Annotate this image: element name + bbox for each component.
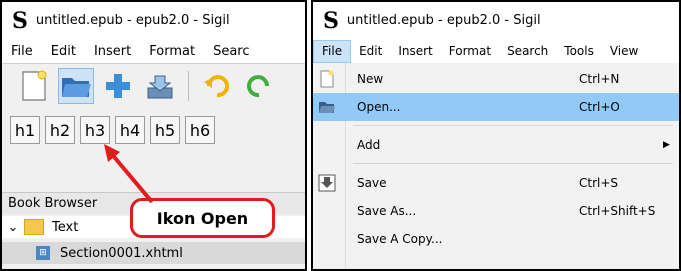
folder-icon — [24, 219, 44, 235]
save-button[interactable] — [142, 68, 178, 104]
open-button[interactable] — [58, 68, 94, 104]
chevron-down-icon[interactable]: ⌄ — [6, 220, 20, 235]
menu-item-open[interactable]: Open... Ctrl+O — [313, 93, 679, 121]
heading-h2-button[interactable]: h2 — [45, 116, 75, 144]
new-document-icon — [317, 69, 337, 89]
redo-button[interactable] — [241, 68, 277, 104]
menu-tools[interactable]: Tools — [556, 44, 602, 58]
menu-file[interactable]: File — [2, 44, 42, 59]
title-bar: S untitled.epub - epub2.0 - Sigil — [2, 2, 305, 39]
heading-toolbar: h1 h2 h3 h4 h5 h6 — [2, 108, 305, 152]
open-folder-icon — [317, 97, 337, 117]
menu-item-save-a-copy[interactable]: Save A Copy... — [313, 225, 679, 253]
menu-format[interactable]: Format — [441, 44, 499, 58]
menu-insert[interactable]: Insert — [390, 44, 440, 58]
menu-separator — [353, 125, 673, 126]
save-icon — [147, 75, 173, 99]
save-icon — [317, 173, 337, 193]
tree-file-section0001[interactable]: ⊞ Section0001.xhtml — [2, 242, 305, 264]
submenu-arrow-icon: ▶ — [663, 140, 670, 150]
heading-h3-button[interactable]: h3 — [80, 116, 110, 144]
open-icon-callout: Ikon Open — [130, 198, 275, 238]
new-button[interactable] — [16, 68, 52, 104]
menu-item-add[interactable]: Add ▶ — [313, 131, 679, 159]
menu-file[interactable]: File — [313, 39, 352, 63]
open-folder-icon — [62, 78, 91, 97]
heading-h4-button[interactable]: h4 — [115, 116, 145, 144]
file-label: Section0001.xhtml — [60, 245, 183, 261]
toolbar-separator — [188, 71, 189, 101]
menu-view[interactable]: View — [602, 44, 646, 58]
menu-bar: File Edit Insert Format Searc — [2, 39, 305, 64]
add-button[interactable] — [100, 68, 136, 104]
menu-search[interactable]: Search — [499, 44, 556, 58]
menu-edit[interactable]: Edit — [351, 44, 390, 58]
window-title: untitled.epub - epub2.0 - Sigil — [35, 13, 230, 28]
new-document-icon — [22, 70, 47, 101]
window-title: untitled.epub - epub2.0 - Sigil — [346, 13, 541, 28]
left-screenshot-panel: S untitled.epub - epub2.0 - Sigil File E… — [0, 0, 307, 271]
file-menu-dropdown: New Ctrl+N Open... Ctrl+O Add ▶ Save Ctr… — [313, 63, 679, 269]
right-screenshot-panel: S untitled.epub - epub2.0 - Sigil File E… — [311, 0, 681, 271]
main-toolbar — [2, 64, 305, 108]
menu-item-new[interactable]: New Ctrl+N — [313, 65, 679, 93]
menu-insert[interactable]: Insert — [85, 44, 140, 59]
sigil-logo: S — [323, 7, 339, 34]
menu-search[interactable]: Searc — [204, 44, 258, 59]
title-bar: S untitled.epub - epub2.0 - Sigil — [313, 2, 679, 39]
undo-button[interactable] — [199, 68, 235, 104]
xhtml-file-icon: ⊞ — [36, 246, 50, 260]
heading-h1-button[interactable]: h1 — [10, 116, 40, 144]
menu-item-save[interactable]: Save Ctrl+S — [313, 169, 679, 197]
sigil-logo: S — [12, 7, 28, 34]
heading-h5-button[interactable]: h5 — [150, 116, 180, 144]
menu-item-save-as[interactable]: Save As... Ctrl+Shift+S — [313, 197, 679, 225]
menu-separator — [353, 163, 673, 164]
redo-icon — [247, 75, 269, 98]
menu-bar: File Edit Insert Format Search Tools Vie… — [313, 39, 679, 63]
menu-format[interactable]: Format — [140, 44, 204, 59]
menu-edit[interactable]: Edit — [42, 44, 85, 59]
undo-icon — [204, 75, 229, 98]
folder-label: Text — [52, 219, 79, 235]
heading-h6-button[interactable]: h6 — [185, 116, 215, 144]
plus-icon — [106, 74, 130, 98]
